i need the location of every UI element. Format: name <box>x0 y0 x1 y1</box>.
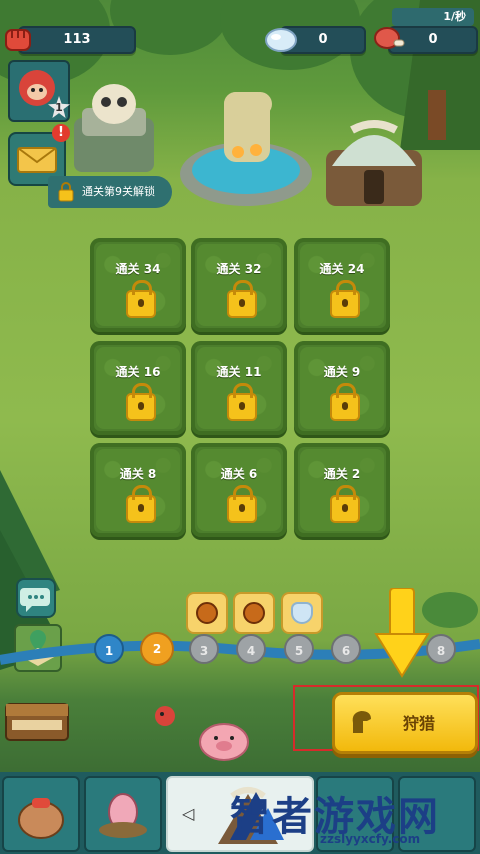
plot-requirement: 通关 24 <box>319 262 365 276</box>
locked-plot-9[interactable]: 通关 2 <box>294 443 390 537</box>
lock-icon <box>227 485 257 523</box>
plot-requirement: 通关 34 <box>115 262 161 276</box>
lock-icon <box>227 280 257 318</box>
plot-requirement: 通关 2 <box>323 467 361 481</box>
hunt-button-label: 狩猎 <box>403 714 436 733</box>
tribal-hut <box>326 120 422 206</box>
meat-icon <box>374 27 405 49</box>
unlock-hint: 通关第9关解锁 <box>48 176 172 208</box>
egg-nest-icon <box>99 793 147 838</box>
notification-alert-icon: ! <box>52 124 70 142</box>
production-rate: 1/秒 <box>392 8 474 26</box>
lock-icon <box>330 485 360 523</box>
crystal-value: 0 <box>318 32 328 47</box>
stage-node[interactable]: 3 <box>189 634 219 664</box>
lock-icon <box>58 182 74 202</box>
lock-icon <box>126 485 156 523</box>
chevron-left-icon: ◁ <box>182 804 195 823</box>
stage-node[interactable]: 4 <box>236 634 266 664</box>
locked-plot-7[interactable]: 通关 8 <box>90 443 186 537</box>
amber-orb-icon <box>243 602 265 624</box>
plot-requirement: 通关 6 <box>220 467 258 481</box>
locked-plot-2[interactable]: 通关 32 <box>191 238 287 332</box>
meat-counter: 0 <box>374 26 478 54</box>
crystal-icon <box>265 28 297 52</box>
plot-requirement: 通关 8 <box>119 467 157 481</box>
nav-item-egg[interactable] <box>84 776 162 852</box>
bag-icon <box>18 798 64 839</box>
lock-icon <box>330 280 360 318</box>
locked-plot-4[interactable]: 通关 16 <box>90 341 186 435</box>
dinosaur-icon <box>352 711 371 733</box>
game-scene: 113 0 0 1/秒 1 ! 通关第9关解锁 通关 34 通关 32 通关 2… <box>0 0 480 854</box>
chat-button[interactable] <box>16 578 56 618</box>
locked-plot-6[interactable]: 通关 9 <box>294 341 390 435</box>
locked-plot-8[interactable]: 通关 6 <box>191 443 287 537</box>
stage-reward[interactable] <box>281 592 323 634</box>
locked-plot-1[interactable]: 通关 34 <box>90 238 186 332</box>
fist-icon <box>5 29 31 51</box>
pig-mascot <box>199 723 249 761</box>
crystal-counter: 0 <box>265 26 366 54</box>
stage-reward[interactable] <box>233 592 275 634</box>
lock-icon <box>227 383 257 421</box>
bush <box>422 592 478 628</box>
stage-node[interactable]: 6 <box>331 634 361 664</box>
crystal-icon <box>291 602 313 624</box>
hunt-button[interactable]: 狩猎 <box>332 692 478 754</box>
watermark-url: zzslyyxcfy.com <box>320 832 421 846</box>
stage-node[interactable]: 5 <box>284 634 314 664</box>
plot-requirement: 通关 32 <box>216 262 262 276</box>
nav-item-bag[interactable] <box>2 776 80 852</box>
fountain-statue <box>180 92 312 206</box>
power-counter: 113 <box>5 26 136 54</box>
red-creature <box>155 706 175 726</box>
power-value: 113 <box>63 32 91 47</box>
locked-plot-5[interactable]: 通关 11 <box>191 341 287 435</box>
plot-requirement: 通关 9 <box>323 365 361 379</box>
amber-orb-icon <box>196 602 218 624</box>
plot-requirement: 通关 11 <box>216 365 262 379</box>
locked-plot-3[interactable]: 通关 24 <box>294 238 390 332</box>
treasure-chest[interactable] <box>4 694 70 744</box>
plot-requirement: 通关 16 <box>115 365 161 379</box>
stage-node-current[interactable]: 2 <box>140 632 174 666</box>
chat-bubble-icon <box>20 588 50 612</box>
stage-node[interactable]: 1 <box>94 634 124 664</box>
skull-throne <box>74 84 154 172</box>
lock-icon <box>330 383 360 421</box>
meat-value: 0 <box>428 32 438 47</box>
lock-icon <box>126 280 156 318</box>
lock-icon <box>126 383 156 421</box>
stage-node[interactable]: 8 <box>426 634 456 664</box>
unlock-hint-text: 通关第9关解锁 <box>82 185 155 198</box>
stage-reward[interactable] <box>186 592 228 634</box>
